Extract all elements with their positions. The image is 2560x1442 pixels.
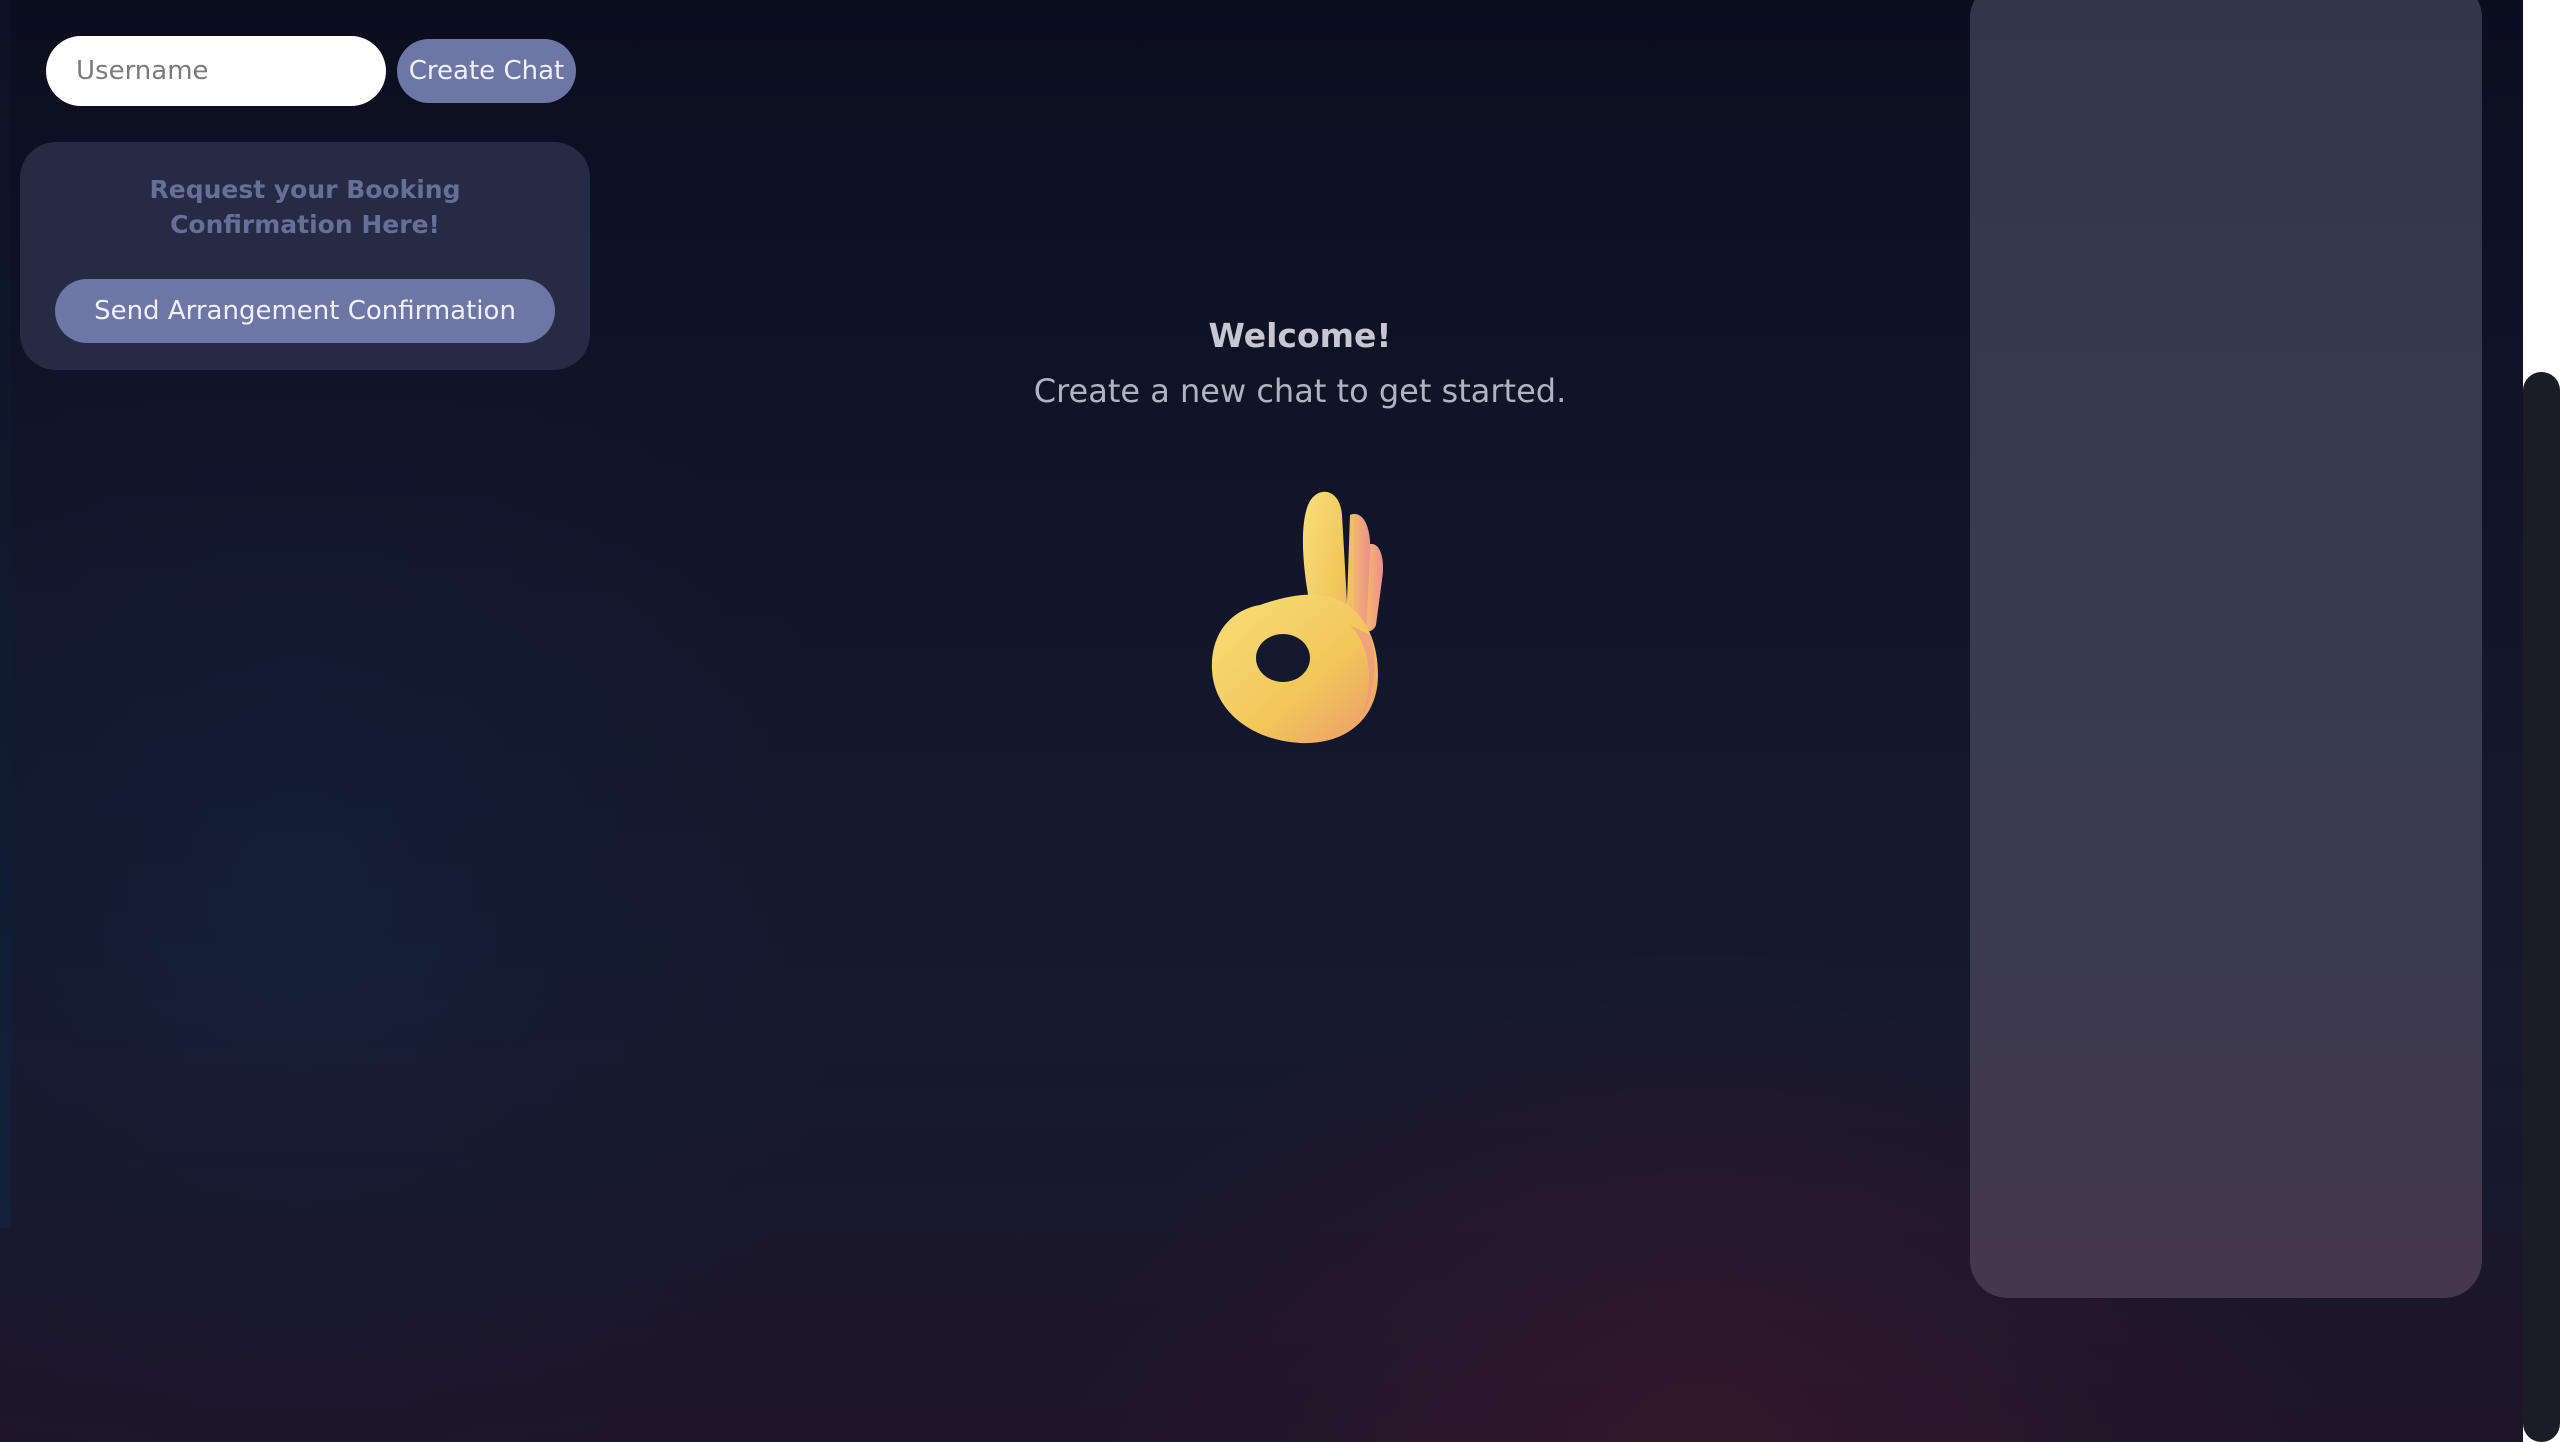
right-side-panel	[1970, 0, 2482, 1298]
scrollbar-thumb[interactable]	[2523, 372, 2560, 1442]
ok-hand-icon	[1211, 491, 1384, 744]
booking-card: Request your Booking Confirmation Here! …	[20, 142, 590, 370]
app-background: Create Chat Request your Booking Confirm…	[0, 0, 2523, 1442]
username-input[interactable]	[46, 36, 386, 106]
send-arrangement-confirmation-button[interactable]: Send Arrangement Confirmation	[55, 279, 555, 343]
create-chat-button[interactable]: Create Chat	[397, 39, 576, 103]
booking-card-title: Request your Booking Confirmation Here!	[149, 175, 461, 239]
welcome-title: Welcome!	[1208, 316, 1392, 355]
welcome-subtitle: Create a new chat to get started.	[1033, 372, 1567, 410]
left-edge-strip	[0, 0, 11, 1228]
